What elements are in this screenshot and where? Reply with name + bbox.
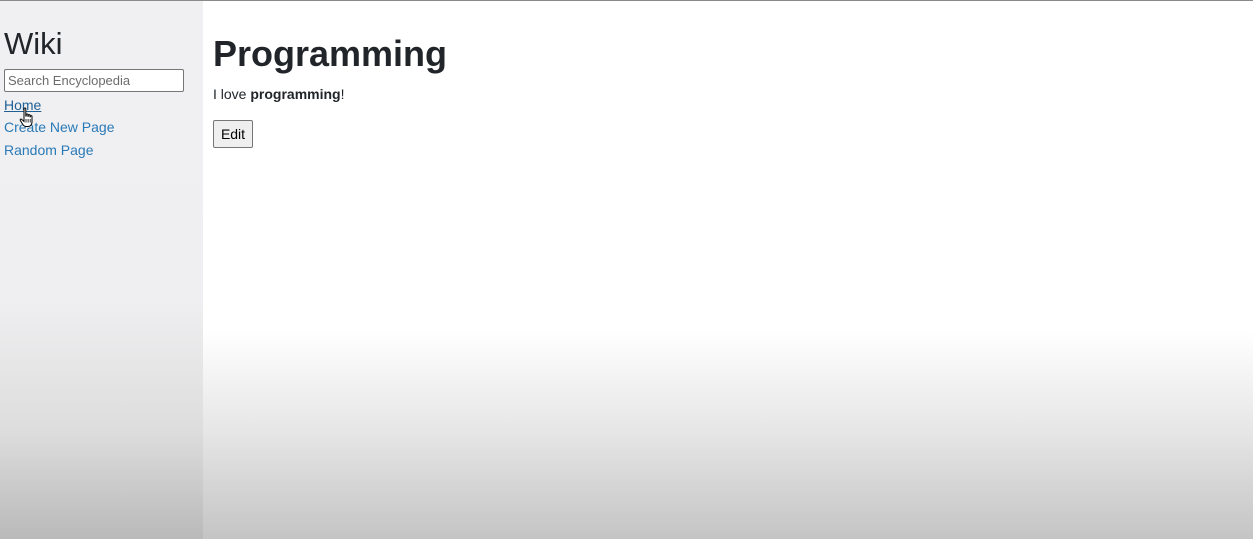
body-text-prefix: I love	[213, 86, 251, 102]
body-text-suffix: !	[340, 86, 345, 102]
hand-pointer-icon	[19, 107, 33, 127]
page-title: Programming	[213, 33, 448, 74]
search-input[interactable]	[4, 69, 184, 92]
page-body: I love programming!	[213, 85, 344, 103]
site-title: Wiki	[4, 26, 63, 61]
edit-button[interactable]: Edit	[213, 120, 253, 148]
page: Wiki Home Create New Page Random Page Pr…	[0, 0, 1253, 539]
body-text-bold: programming	[250, 86, 341, 102]
random-page-link[interactable]: Random Page	[4, 141, 94, 159]
sidebar: Wiki Home Create New Page Random Page	[0, 1, 203, 539]
